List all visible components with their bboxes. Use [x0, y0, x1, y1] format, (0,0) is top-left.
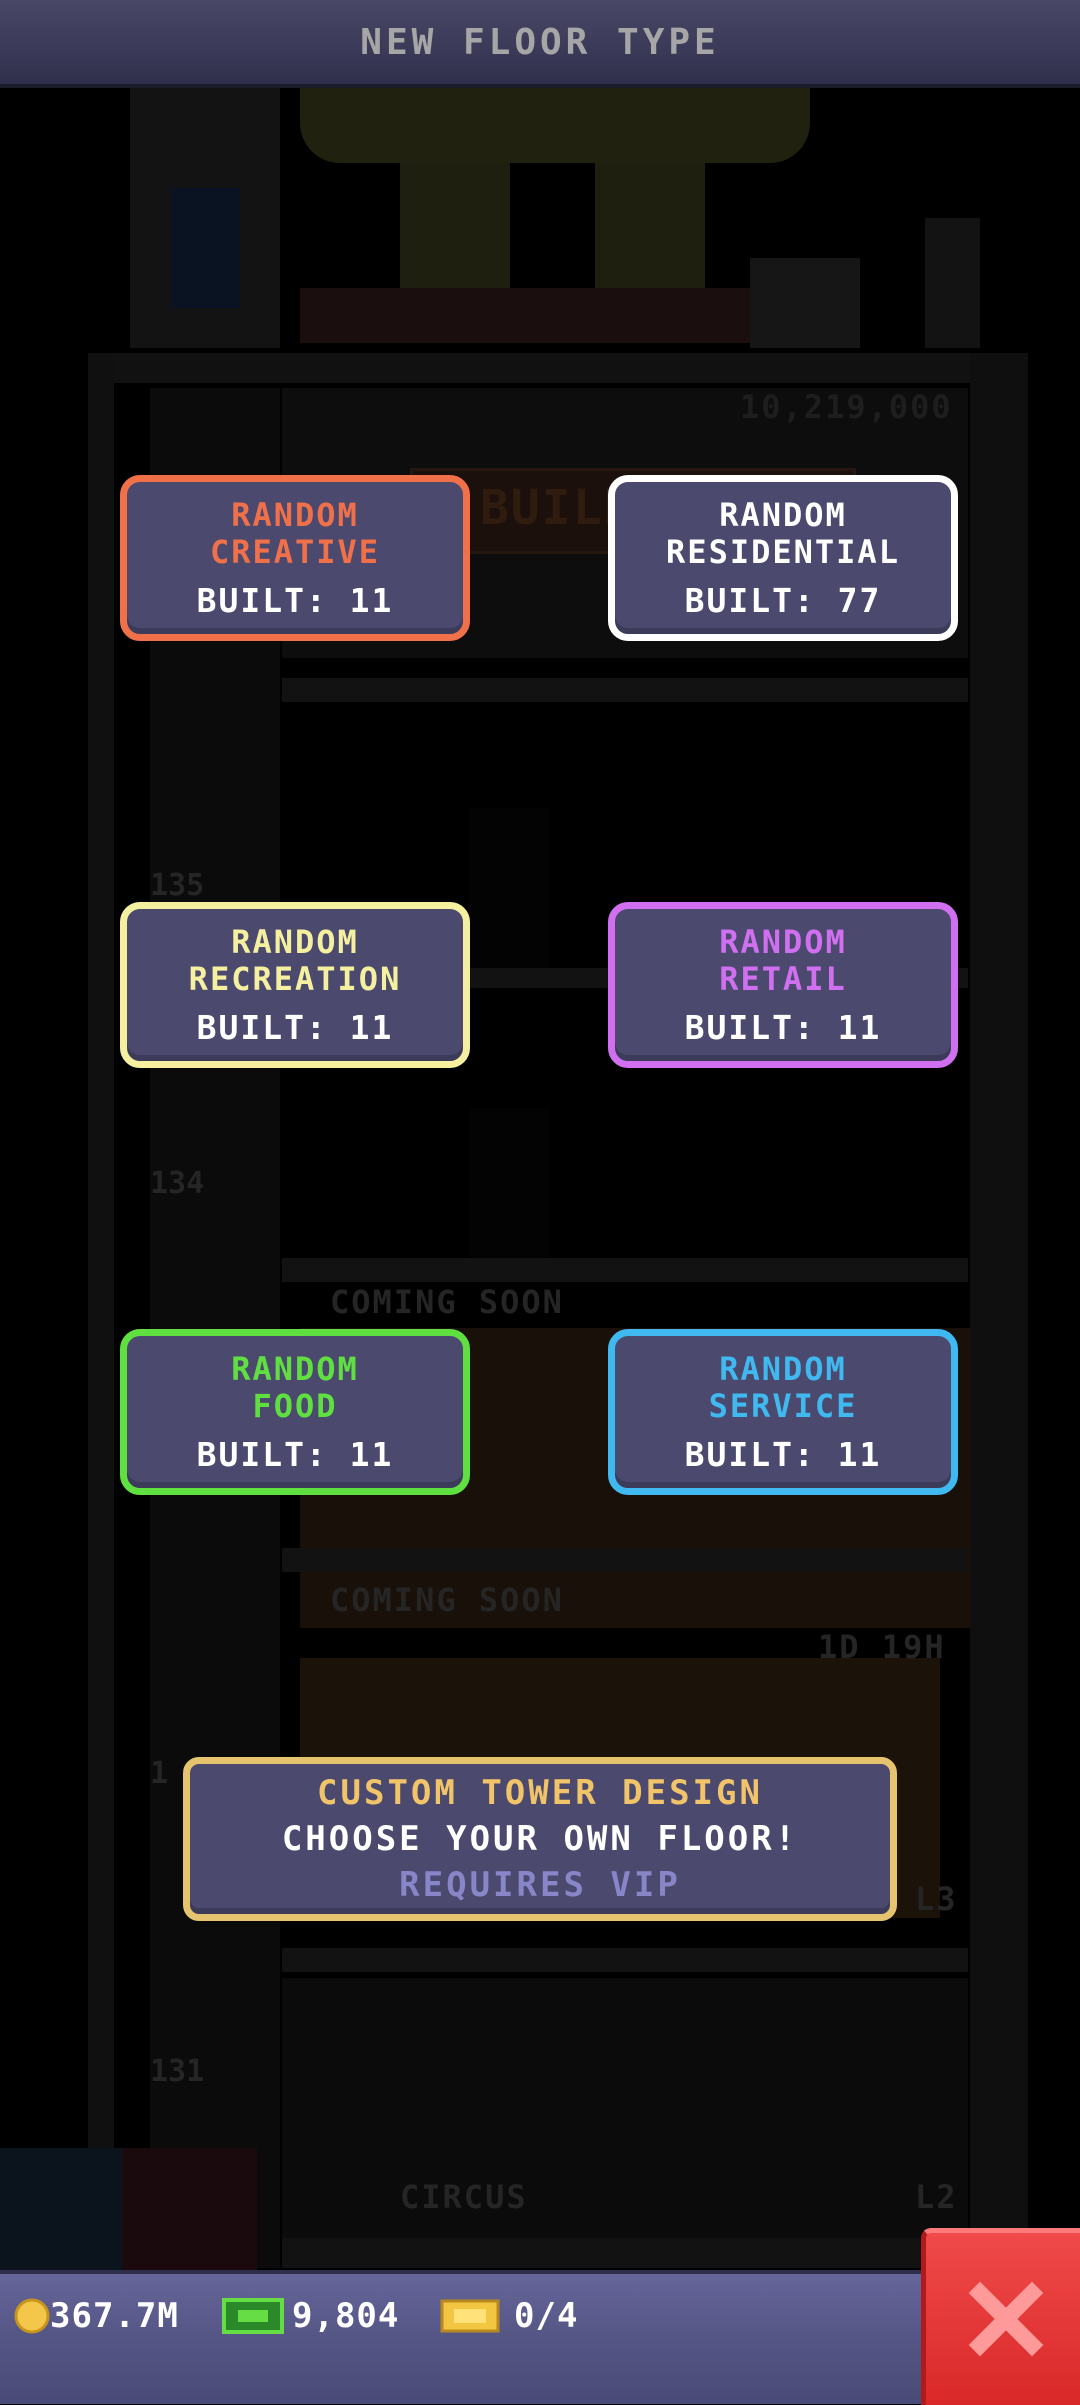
coins-stat: 367.7M: [14, 2296, 179, 2336]
random-recreation-button[interactable]: RANDOM RECREATION BUILT: 11: [120, 902, 470, 1068]
dim-overlay: [0, 0, 1080, 2270]
coins-value: 367.7M: [50, 2296, 179, 2336]
close-x-icon: [968, 2281, 1043, 2357]
custom-tower-design-button[interactable]: CUSTOM TOWER DESIGN CHOOSE YOUR OWN FLOO…: [183, 1757, 897, 1921]
floor-type-name: RANDOM FOOD: [231, 1349, 359, 1425]
random-creative-button[interactable]: RANDOM CREATIVE BUILT: 11: [120, 475, 470, 641]
bottom-status-bar: [0, 2270, 1080, 2404]
floor-type-name: RANDOM CREATIVE: [209, 495, 381, 571]
random-food-button[interactable]: RANDOM FOOD BUILT: 11: [120, 1329, 470, 1495]
custom-design-subtitle: CHOOSE YOUR OWN FLOOR!: [281, 1819, 799, 1859]
floor-type-name: RANDOM SERVICE: [708, 1349, 858, 1425]
bux-stat: 9,804: [222, 2296, 399, 2336]
custom-design-title: CUSTOM TOWER DESIGN: [317, 1773, 763, 1813]
tower-bux-icon: [222, 2298, 284, 2334]
vip-requirement: REQUIRES VIP: [399, 1865, 681, 1905]
tickets-value: 0/4: [514, 2296, 579, 2336]
random-residential-button[interactable]: RANDOM RESIDENTIAL BUILT: 77: [608, 475, 958, 641]
built-count: BUILT: 77: [684, 580, 882, 620]
built-count: BUILT: 11: [196, 580, 394, 620]
built-count: BUILT: 11: [196, 1434, 394, 1474]
bux-value: 9,804: [292, 2296, 400, 2336]
random-service-button[interactable]: RANDOM SERVICE BUILT: 11: [608, 1329, 958, 1495]
built-count: BUILT: 11: [196, 1007, 394, 1047]
tickets-stat: 0/4: [440, 2296, 578, 2336]
close-button[interactable]: [921, 2228, 1080, 2405]
golden-ticket-icon: [440, 2299, 500, 2333]
random-retail-button[interactable]: RANDOM RETAIL BUILT: 11: [608, 902, 958, 1068]
coin-icon: [14, 2298, 50, 2334]
built-count: BUILT: 11: [684, 1007, 882, 1047]
built-count: BUILT: 11: [684, 1434, 882, 1474]
floor-type-name: RANDOM RECREATION: [188, 922, 402, 998]
floor-type-name: RANDOM RESIDENTIAL: [666, 495, 900, 571]
floor-type-name: RANDOM RETAIL: [719, 922, 847, 998]
